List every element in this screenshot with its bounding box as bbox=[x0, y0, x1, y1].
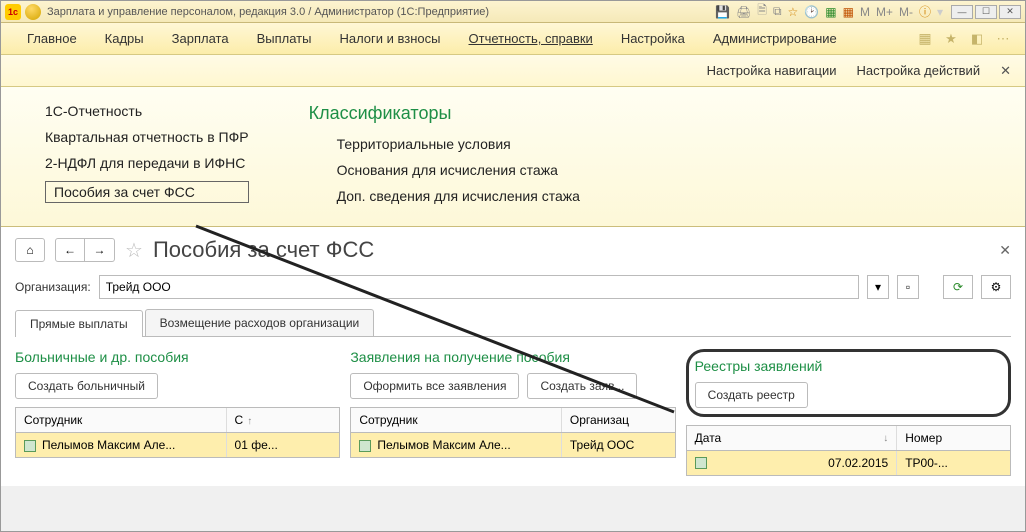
th-number[interactable]: Номер bbox=[897, 426, 1010, 450]
m-plus-button[interactable]: M+ bbox=[876, 5, 893, 19]
print-icon[interactable]: 🖨 bbox=[736, 5, 751, 19]
column-sickleave: Больничные и др. пособия Создать больнич… bbox=[15, 349, 340, 476]
more-icon[interactable]: ⋯ bbox=[993, 29, 1013, 49]
m-button[interactable]: M bbox=[860, 5, 870, 19]
minimize-button[interactable]: — bbox=[951, 5, 973, 19]
preview-icon[interactable]: 🗎 bbox=[757, 1, 767, 22]
window-title: Зарплата и управление персоналом, редакц… bbox=[47, 6, 489, 18]
create-all-applications-button[interactable]: Оформить все заявления bbox=[350, 373, 519, 399]
reports-left-column: 1С-Отчетность Квартальная отчетность в П… bbox=[45, 103, 249, 204]
link-fss-benefits[interactable]: Пособия за счет ФСС bbox=[45, 181, 249, 203]
m-minus-button[interactable]: M- bbox=[899, 5, 913, 19]
menu-admin[interactable]: Администрирование bbox=[699, 27, 851, 50]
link-pfr-quarterly[interactable]: Квартальная отчетность в ПФР bbox=[45, 129, 249, 145]
calendar-icon[interactable]: ▦ bbox=[843, 5, 854, 19]
link-1s-report[interactable]: 1С-Отчетность bbox=[45, 103, 249, 119]
column-title-sickleave: Больничные и др. пособия bbox=[15, 349, 340, 365]
th-date-from[interactable]: С↑ bbox=[227, 408, 340, 432]
table-head-applications: Сотрудник Организац bbox=[350, 407, 675, 433]
th-org[interactable]: Организац bbox=[562, 408, 675, 432]
sections-grid-icon[interactable]: ▦ bbox=[915, 29, 935, 49]
refresh-button[interactable]: ⟳ bbox=[943, 275, 973, 299]
organization-value: Трейд ООО bbox=[106, 280, 171, 294]
combo-open-button[interactable]: ▫ bbox=[897, 275, 919, 299]
menu-main[interactable]: Главное bbox=[13, 27, 91, 50]
favorite-icon[interactable]: ☆ bbox=[788, 5, 799, 19]
link-ndfl[interactable]: 2-НДФЛ для передачи в ИФНС bbox=[45, 155, 249, 171]
subnav-bar: Настройка навигации Настройка действий ✕ bbox=[1, 55, 1025, 87]
page-header: ⌂ ← → ☆ Пособия за счет ФСС ✕ bbox=[15, 237, 1011, 263]
titlebar-toolbar: 💾 🖨 🗎 ⧉ ☆ 🕑 ▦ ▦ M M+ M- ⓘ ▾ bbox=[715, 1, 943, 22]
link-stage-extra[interactable]: Доп. сведения для исчисления стажа bbox=[337, 188, 580, 204]
menu-payments[interactable]: Выплаты bbox=[243, 27, 326, 50]
back-button[interactable]: ← bbox=[55, 238, 85, 262]
maximize-button[interactable]: ☐ bbox=[975, 5, 997, 19]
home-button[interactable]: ⌂ bbox=[15, 238, 45, 262]
close-subnav-icon[interactable]: ✕ bbox=[1000, 63, 1011, 79]
menu-settings[interactable]: Настройка bbox=[607, 27, 699, 50]
nav-settings-link[interactable]: Настройка навигации bbox=[707, 63, 837, 78]
column-applications: Заявления на получение пособия Оформить … bbox=[350, 349, 675, 476]
info-dropdown-icon[interactable]: ▾ bbox=[937, 5, 943, 19]
create-sickleave-button[interactable]: Создать больничный bbox=[15, 373, 158, 399]
reports-right-column: Классификаторы Территориальные условия О… bbox=[309, 103, 580, 204]
save-icon[interactable]: 💾 bbox=[715, 5, 730, 19]
link-territorial[interactable]: Территориальные условия bbox=[337, 136, 580, 152]
workarea: ⌂ ← → ☆ Пособия за счет ФСС ✕ Организаци… bbox=[1, 227, 1025, 486]
menu-salary[interactable]: Зарплата bbox=[158, 27, 243, 50]
create-registry-button[interactable]: Создать реестр bbox=[695, 382, 808, 408]
table-head-sickleave: Сотрудник С↑ bbox=[15, 407, 340, 433]
action-settings-link[interactable]: Настройка действий bbox=[857, 63, 981, 78]
th-date[interactable]: Дата↓ bbox=[687, 426, 898, 450]
menu-reports[interactable]: Отчетность, справки bbox=[455, 27, 607, 50]
info-icon[interactable]: ⓘ bbox=[919, 3, 931, 20]
page-title: Пособия за счет ФСС bbox=[153, 237, 374, 263]
compare-icon[interactable]: ⧉ bbox=[773, 4, 782, 19]
calculator-icon[interactable]: ▦ bbox=[825, 5, 836, 19]
classifiers-header: Классификаторы bbox=[309, 103, 580, 124]
table-head-registries: Дата↓ Номер bbox=[686, 425, 1011, 451]
menu-hr[interactable]: Кадры bbox=[91, 27, 158, 50]
menu-taxes[interactable]: Налоги и взносы bbox=[325, 27, 454, 50]
sort-desc-icon: ↓ bbox=[883, 433, 888, 444]
panel-icon[interactable]: ◧ bbox=[967, 29, 987, 49]
main-menu: Главное Кадры Зарплата Выплаты Налоги и … bbox=[1, 23, 1025, 55]
table-row[interactable]: Пелымов Максим Але... 01 фе... bbox=[15, 433, 340, 458]
close-window-button[interactable]: ✕ bbox=[999, 5, 1021, 19]
organization-row: Организация: Трейд ООО ▾ ▫ ⟳ ⚙ bbox=[15, 275, 1011, 299]
document-icon bbox=[359, 440, 371, 452]
column-registries: Реестры заявлений Создать реестр Дата↓ Н… bbox=[686, 349, 1011, 476]
close-page-icon[interactable]: ✕ bbox=[999, 242, 1011, 259]
combo-dropdown-button[interactable]: ▾ bbox=[867, 275, 889, 299]
organization-label: Организация: bbox=[15, 280, 91, 294]
th-employee-2[interactable]: Сотрудник bbox=[351, 408, 562, 432]
columns-area: Больничные и др. пособия Создать больнич… bbox=[15, 349, 1011, 476]
highlight-box-registries: Реестры заявлений Создать реестр bbox=[686, 349, 1011, 417]
sort-asc-icon: ↑ bbox=[247, 416, 252, 427]
column-title-registries: Реестры заявлений bbox=[695, 358, 1002, 374]
app-logo-icon: 1c bbox=[5, 4, 21, 20]
column-title-applications: Заявления на получение пособия bbox=[350, 349, 675, 365]
th-employee[interactable]: Сотрудник bbox=[16, 408, 227, 432]
link-stage-basis[interactable]: Основания для исчисления стажа bbox=[337, 162, 580, 178]
titlebar: 1c Зарплата и управление персоналом, ред… bbox=[1, 1, 1025, 23]
favorite-page-icon[interactable]: ☆ bbox=[125, 238, 143, 263]
organization-combo[interactable]: Трейд ООО bbox=[99, 275, 859, 299]
tabs: Прямые выплаты Возмещение расходов орган… bbox=[15, 309, 1011, 337]
history-icon[interactable]: 🕑 bbox=[804, 5, 819, 19]
tab-direct-payments[interactable]: Прямые выплаты bbox=[15, 310, 143, 337]
document-icon bbox=[24, 440, 36, 452]
favorites-star-icon[interactable]: ★ bbox=[941, 29, 961, 49]
create-application-button[interactable]: Создать заяв... bbox=[527, 373, 637, 399]
table-row[interactable]: Пелымов Максим Але... Трейд ООС bbox=[350, 433, 675, 458]
forward-button[interactable]: → bbox=[85, 238, 115, 262]
tab-expense-reimbursement[interactable]: Возмещение расходов организации bbox=[145, 309, 375, 336]
reports-panel: 1С-Отчетность Квартальная отчетность в П… bbox=[1, 87, 1025, 227]
document-icon bbox=[695, 457, 707, 469]
table-row[interactable]: 07.02.2015 ТР00-... bbox=[686, 451, 1011, 476]
app-menu-dropdown-icon[interactable] bbox=[25, 4, 41, 20]
settings-button[interactable]: ⚙ bbox=[981, 275, 1011, 299]
